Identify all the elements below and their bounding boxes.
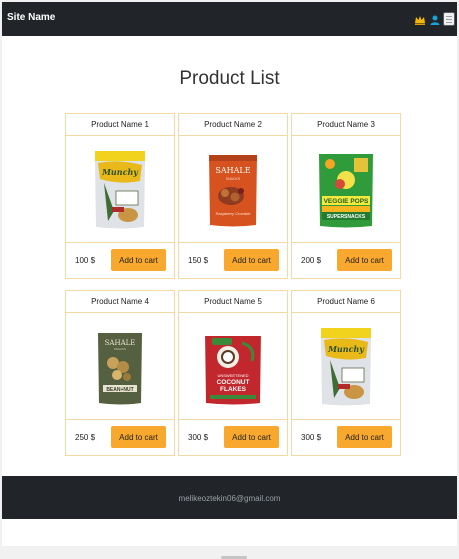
product-card: Product Name 4 SAHALE SNACKS BEAN+NUT 25… xyxy=(65,290,175,456)
product-card: Product Name 1 Munchy 100 $ Add to cart xyxy=(65,113,175,279)
product-grid: Product Name 1 Munchy 100 $ Add to cart xyxy=(65,113,401,456)
product-price: 200 $ xyxy=(301,256,322,265)
product-footer: 300 $ Add to cart xyxy=(179,419,287,455)
product-price: 300 $ xyxy=(301,433,322,442)
svg-text:UNSWEETENED: UNSWEETENED xyxy=(217,373,248,378)
product-name: Product Name 4 xyxy=(66,291,174,313)
menu-icon-bar xyxy=(446,18,452,20)
product-price: 100 $ xyxy=(75,256,96,265)
add-to-cart-button[interactable]: Add to cart xyxy=(224,249,279,271)
site-brand[interactable]: Site Name xyxy=(7,12,55,23)
svg-text:VEGGIE POPS: VEGGIE POPS xyxy=(324,198,369,205)
svg-text:SNACKS: SNACKS xyxy=(226,177,241,181)
page-title: Product List xyxy=(179,68,280,89)
product-image[interactable]: SAHALE SNACKS BEAN+NUT xyxy=(66,313,174,421)
product-price: 150 $ xyxy=(188,256,209,265)
menu-icon-bar xyxy=(446,15,452,17)
svg-text:COCONUT: COCONUT xyxy=(217,379,250,386)
user-icon[interactable] xyxy=(429,13,441,25)
navbar: Site Name xyxy=(2,2,457,36)
product-image[interactable]: VEGGIE POPS SUPERSNACKS xyxy=(292,136,400,244)
product-footer: 100 $ Add to cart xyxy=(66,242,174,278)
product-image[interactable]: Munchy xyxy=(66,136,174,244)
product-footer: 200 $ Add to cart xyxy=(292,242,400,278)
product-name: Product Name 3 xyxy=(292,114,400,136)
product-footer: 150 $ Add to cart xyxy=(179,242,287,278)
add-to-cart-button[interactable]: Add to cart xyxy=(111,249,166,271)
product-name: Product Name 5 xyxy=(179,291,287,313)
footer-email[interactable]: melikeoztekin06@gmail.com xyxy=(2,494,457,503)
product-price: 300 $ xyxy=(188,433,209,442)
product-footer: 250 $ Add to cart xyxy=(66,419,174,455)
svg-text:SNACKS: SNACKS xyxy=(114,347,126,351)
product-name: Product Name 2 xyxy=(179,114,287,136)
product-image[interactable]: SAHALE SNACKS Raspberry Crumble xyxy=(179,136,287,244)
product-footer: 300 $ Add to cart xyxy=(292,419,400,455)
menu-toggle-button[interactable] xyxy=(443,12,455,26)
product-card: Product Name 6 Munchy 300 $ Add to cart xyxy=(291,290,401,456)
svg-text:Munchy: Munchy xyxy=(101,167,139,177)
page-frame: Site Name Product List Product Name 1 Mu… xyxy=(2,2,457,546)
svg-text:SUPERSNACKS: SUPERSNACKS xyxy=(327,214,366,220)
add-to-cart-button[interactable]: Add to cart xyxy=(337,426,392,448)
add-to-cart-button[interactable]: Add to cart xyxy=(111,426,166,448)
product-name: Product Name 6 xyxy=(292,291,400,313)
product-card: Product Name 5 UNSWEETENED COCONUT FLAKE… xyxy=(178,290,288,456)
svg-text:SAHALE: SAHALE xyxy=(215,166,250,175)
menu-icon-bar xyxy=(446,21,452,23)
product-card: Product Name 2 SAHALE SNACKS Raspberry C… xyxy=(178,113,288,279)
product-price: 250 $ xyxy=(75,433,96,442)
svg-text:SAHALE: SAHALE xyxy=(105,339,136,347)
product-image[interactable]: Munchy xyxy=(292,313,400,421)
svg-text:FLAKES: FLAKES xyxy=(220,386,247,393)
crown-icon[interactable] xyxy=(414,13,426,25)
product-image[interactable]: UNSWEETENED COCONUT FLAKES xyxy=(179,313,287,421)
product-name: Product Name 1 xyxy=(66,114,174,136)
svg-text:BEAN+NUT: BEAN+NUT xyxy=(106,387,133,393)
svg-text:Raspberry Crumble: Raspberry Crumble xyxy=(216,211,251,216)
add-to-cart-button[interactable]: Add to cart xyxy=(224,426,279,448)
svg-text:Munchy: Munchy xyxy=(327,344,365,354)
add-to-cart-button[interactable]: Add to cart xyxy=(337,249,392,271)
page-footer: melikeoztekin06@gmail.com xyxy=(2,476,457,519)
product-card: Product Name 3 VEGGIE POPS SUPERSNACKS 2… xyxy=(291,113,401,279)
